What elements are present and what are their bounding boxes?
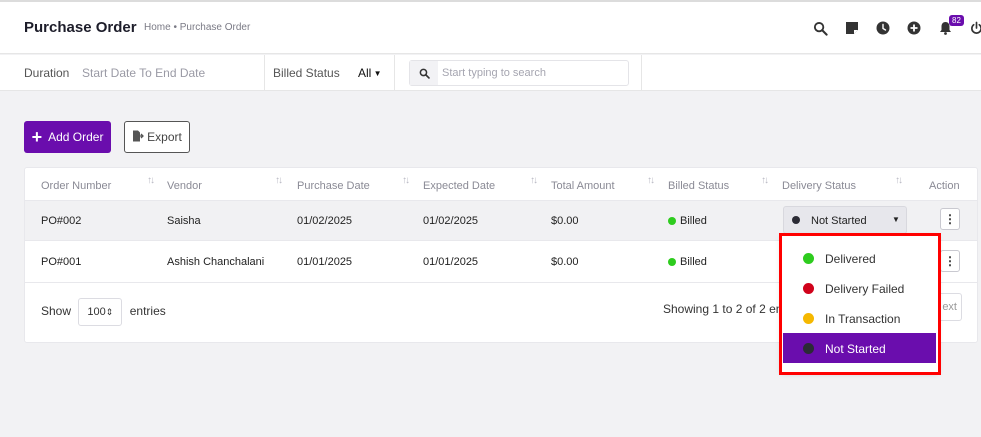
total-amount-cell: $0.00 <box>551 256 579 268</box>
next-label: ext <box>942 301 957 313</box>
billed-status-cell: Billed <box>668 215 707 227</box>
page-size-control: Show 100⇕ entries <box>41 298 166 326</box>
delivery-status-select[interactable]: Not Started ▼ <box>783 206 907 234</box>
entries-value: 100 <box>87 306 106 318</box>
billed-status-text: Billed <box>680 215 707 227</box>
sticky-note-icon[interactable] <box>844 20 860 36</box>
sort-icon[interactable]: ↑↓ <box>147 175 155 186</box>
expected-date-cell: 01/01/2025 <box>423 256 479 268</box>
filter-divider <box>394 55 395 91</box>
purchase-date-cell: 01/02/2025 <box>297 215 353 227</box>
sort-icon[interactable]: ↑↓ <box>647 175 655 186</box>
search-icon[interactable] <box>812 20 828 36</box>
order-number-cell[interactable]: PO#002 <box>41 215 81 227</box>
date-range-input[interactable]: Start Date To End Date <box>82 66 205 80</box>
expected-date-cell: 01/02/2025 <box>423 215 479 227</box>
total-amount-cell: $0.00 <box>551 215 579 227</box>
sort-icon[interactable]: ↑↓ <box>761 175 769 186</box>
search-input[interactable] <box>442 64 622 82</box>
show-label: Show <box>41 304 72 319</box>
sort-arrows-icon: ⇕ <box>105 307 114 317</box>
duration-label: Duration <box>24 66 70 80</box>
caret-down-icon: ▼ <box>371 69 382 78</box>
row-actions-kebab-icon[interactable]: ⋮ <box>940 208 960 230</box>
clock-icon[interactable] <box>875 20 891 36</box>
file-export-icon <box>132 130 145 145</box>
row-actions-kebab-icon[interactable]: ⋮ <box>940 250 960 272</box>
export-button[interactable]: Export <box>124 121 190 153</box>
entries-label: entries <box>129 304 166 319</box>
highlight-annotation-box <box>779 233 941 375</box>
filter-divider <box>264 55 265 91</box>
order-number-cell[interactable]: PO#001 <box>41 256 81 268</box>
page-title: Purchase Order <box>24 19 137 36</box>
notification-count-badge: 82 <box>949 15 964 26</box>
billed-status-cell: Billed <box>668 256 707 268</box>
column-header-delivery-status[interactable]: Delivery Status <box>782 180 856 192</box>
search-icon <box>410 61 438 85</box>
pagination-info: Showing 1 to 2 of 2 en <box>663 302 783 316</box>
column-header-vendor[interactable]: Vendor <box>167 180 202 192</box>
status-dot <box>668 258 676 266</box>
breadcrumb[interactable]: Home • Purchase Order <box>144 22 250 33</box>
billed-status-value: All <box>358 66 372 80</box>
column-header-order-number[interactable]: Order Number <box>41 180 111 192</box>
billed-status-text: Billed <box>680 256 707 268</box>
filter-bar: Duration Start Date To End Date Billed S… <box>0 55 981 91</box>
export-label: Export <box>147 130 182 144</box>
vendor-cell: Ashish Chanchalani <box>167 256 265 268</box>
app-header: Purchase Order Home • Purchase Order 82 <box>0 2 981 54</box>
billed-status-select[interactable]: All ▼ <box>358 66 381 80</box>
plus-icon: + <box>31 127 43 147</box>
sort-icon[interactable]: ↑↓ <box>275 175 283 186</box>
power-icon[interactable] <box>968 20 981 36</box>
plus-circle-icon[interactable] <box>906 20 922 36</box>
status-dot <box>668 217 676 225</box>
delivery-status-value: Not Started <box>811 215 867 227</box>
filter-divider <box>641 55 642 91</box>
search-box <box>409 60 629 86</box>
purchase-date-cell: 01/01/2025 <box>297 256 353 268</box>
sort-icon[interactable]: ↑↓ <box>895 175 903 186</box>
add-order-button[interactable]: + Add Order <box>24 121 111 153</box>
column-header-expected-date[interactable]: Expected Date <box>423 180 495 192</box>
entries-select[interactable]: 100⇕ <box>78 298 123 326</box>
vendor-cell: Saisha <box>167 215 201 227</box>
column-header-action: Action <box>929 180 960 192</box>
column-header-billed-status[interactable]: Billed Status <box>668 180 729 192</box>
caret-down-icon: ▼ <box>892 215 900 224</box>
status-dot <box>792 216 800 224</box>
billed-status-label: Billed Status <box>273 66 340 80</box>
sort-icon[interactable]: ↑↓ <box>530 175 538 186</box>
column-header-purchase-date[interactable]: Purchase Date <box>297 180 370 192</box>
sort-icon[interactable]: ↑↓ <box>402 175 410 186</box>
add-order-label: Add Order <box>48 130 104 144</box>
column-header-total-amount[interactable]: Total Amount <box>551 180 615 192</box>
